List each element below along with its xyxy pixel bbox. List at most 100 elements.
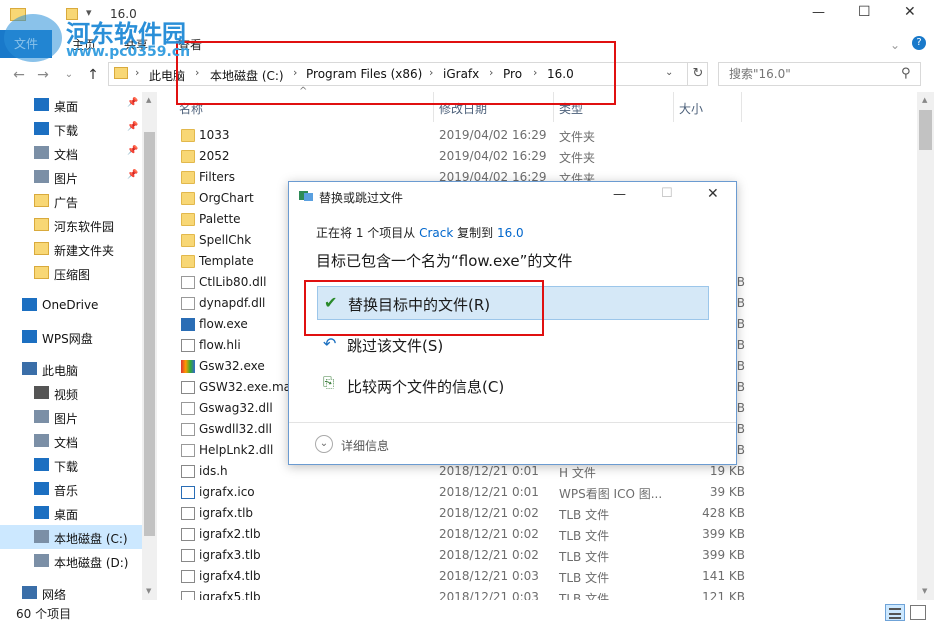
sidebar-item[interactable]: 本地磁盘 (D:) [0,549,142,573]
file-row[interactable]: igrafx3.tlb 2018/12/21 0:02 TLB 文件 399 KB [157,545,917,566]
source-folder-link[interactable]: Crack [419,226,453,240]
sidebar-item[interactable]: 下载 [0,453,142,477]
folder-icon [34,194,49,207]
maximize-button[interactable]: ☐ [858,4,871,20]
large-icons-view-icon[interactable] [910,605,926,620]
sidebar-item-label: WPS网盘 [42,332,93,346]
dialog-minimize-button[interactable]: — [613,187,626,202]
pin-icon[interactable]: 📌 [127,146,138,156]
computer-icon [22,362,37,375]
file-icon [181,549,195,562]
sidebar-item[interactable]: 桌面 📌 [0,93,142,117]
sidebar-item-label: 本地磁盘 (D:) [54,556,129,570]
desktop-icon [34,98,49,111]
chevron-down-icon[interactable]: ⌄ [890,38,900,52]
search-box[interactable]: ⚲ [718,62,921,86]
file-date: 2018/12/21 0:02 [439,527,539,541]
file-row[interactable]: igrafx2.tlb 2018/12/21 0:02 TLB 文件 399 KB [157,524,917,545]
compare-icon: ⎘ [323,375,335,391]
sidebar-item[interactable]: 桌面 [0,501,142,525]
scroll-up-icon[interactable]: ▲ [922,96,927,104]
sidebar-item[interactable]: 压缩图 [0,261,142,285]
file-date: 2019/04/02 16:29 [439,149,547,163]
back-arrow-icon[interactable]: ← [10,66,28,84]
details-toggle[interactable]: 详细信息 [341,437,389,454]
copy-icon [299,191,313,201]
help-icon[interactable]: ? [912,36,926,50]
file-row[interactable]: 1033 2019/04/02 16:29 文件夹 [157,125,917,146]
sidebar-item-label: 此电脑 [42,364,79,378]
sidebar-item[interactable]: 视频 [0,381,142,405]
sidebar-item-label: 视频 [54,388,79,402]
file-icon [181,507,195,520]
sidebar-item-label: 压缩图 [54,268,91,282]
sidebar-item[interactable]: 文档 📌 [0,141,142,165]
sidebar-item-label: 图片 [54,172,79,186]
sidebar-item[interactable]: 文档 [0,429,142,453]
file-row[interactable]: 2052 2019/04/02 16:29 文件夹 [157,146,917,167]
recent-dropdown-icon[interactable]: ⌄ [60,66,78,84]
dialog-title: 替换或跳过文件 [319,191,404,205]
sidebar-item[interactable]: 本地磁盘 (C:) [0,525,142,549]
address-dropdown-icon[interactable]: ⌄ [665,67,673,78]
refresh-icon[interactable]: ↻ [687,63,708,85]
file-list-scrollbar[interactable]: ▲ ▼ [917,92,934,600]
expand-details-icon[interactable]: ⌄ [315,435,333,453]
dll-file-icon [181,297,195,310]
file-name: igrafx.ico [199,485,255,499]
app-icon [181,318,195,331]
pin-icon[interactable]: 📌 [127,122,138,132]
file-row[interactable]: igrafx4.tlb 2018/12/21 0:03 TLB 文件 141 KB [157,566,917,587]
column-size[interactable]: 大小 [679,100,703,117]
file-icon [181,381,195,394]
column-divider[interactable] [741,92,742,122]
column-divider[interactable] [673,92,674,122]
up-arrow-icon[interactable]: ↑ [84,66,102,84]
sidebar-item[interactable]: WPS网盘 [0,325,142,349]
file-row[interactable]: igrafx.tlb 2018/12/21 0:02 TLB 文件 428 KB [157,503,917,524]
sidebar-item[interactable]: 新建文件夹 [0,237,142,261]
file-row[interactable]: igrafx.ico 2018/12/21 0:01 WPS看图 ICO 图... 3… [157,482,917,503]
details-view-icon[interactable] [885,604,905,621]
sidebar-item[interactable]: 图片 📌 [0,165,142,189]
scroll-thumb[interactable] [919,110,932,150]
folder-icon [34,242,49,255]
file-name: flow.hli [199,338,241,352]
sidebar-item[interactable]: 广告 [0,189,142,213]
search-input[interactable] [719,63,899,85]
scroll-down-icon[interactable]: ▼ [922,587,927,595]
forward-arrow-icon[interactable]: → [34,66,52,84]
sidebar-item[interactable]: 此电脑 [0,357,142,381]
file-name: igrafx.tlb [199,506,254,520]
file-type: TLB 文件 [559,508,610,522]
pin-icon[interactable]: 📌 [127,170,138,180]
dialog-close-button[interactable]: ✕ [707,186,719,202]
pin-icon[interactable]: 📌 [127,98,138,108]
file-name: igrafx3.tlb [199,548,261,562]
sidebar-item[interactable]: 下载 📌 [0,117,142,141]
sidebar-item[interactable]: 音乐 [0,477,142,501]
file-type: 文件夹 [559,151,596,165]
file-size: B [736,317,745,331]
file-size: B [736,275,745,289]
scroll-up-icon[interactable]: ▲ [146,96,151,104]
folder-icon [34,218,49,231]
file-name: SpellChk [199,233,252,247]
close-button[interactable]: ✕ [904,4,916,20]
search-icon[interactable]: ⚲ [901,66,911,81]
scroll-thumb[interactable] [144,132,155,536]
destination-folder-link[interactable]: 16.0 [497,226,524,240]
sidebar-item-label: OneDrive [42,298,99,312]
skip-option-label: 跳过该文件(S) [347,337,444,355]
sidebar-item[interactable]: OneDrive [0,293,142,317]
compare-option[interactable]: ⎘ 比较两个文件的信息(C) [317,369,709,403]
sidebar-item[interactable]: 图片 [0,405,142,429]
sidebar-item[interactable]: 河东软件园 [0,213,142,237]
cloud-icon [22,298,37,311]
file-name: Palette [199,212,241,226]
scroll-down-icon[interactable]: ▼ [146,587,151,595]
file-date: 2018/12/21 0:02 [439,548,539,562]
minimize-button[interactable]: — [812,5,825,20]
folder-icon [181,192,195,205]
sidebar-scrollbar[interactable]: ▲ ▼ [142,92,157,600]
